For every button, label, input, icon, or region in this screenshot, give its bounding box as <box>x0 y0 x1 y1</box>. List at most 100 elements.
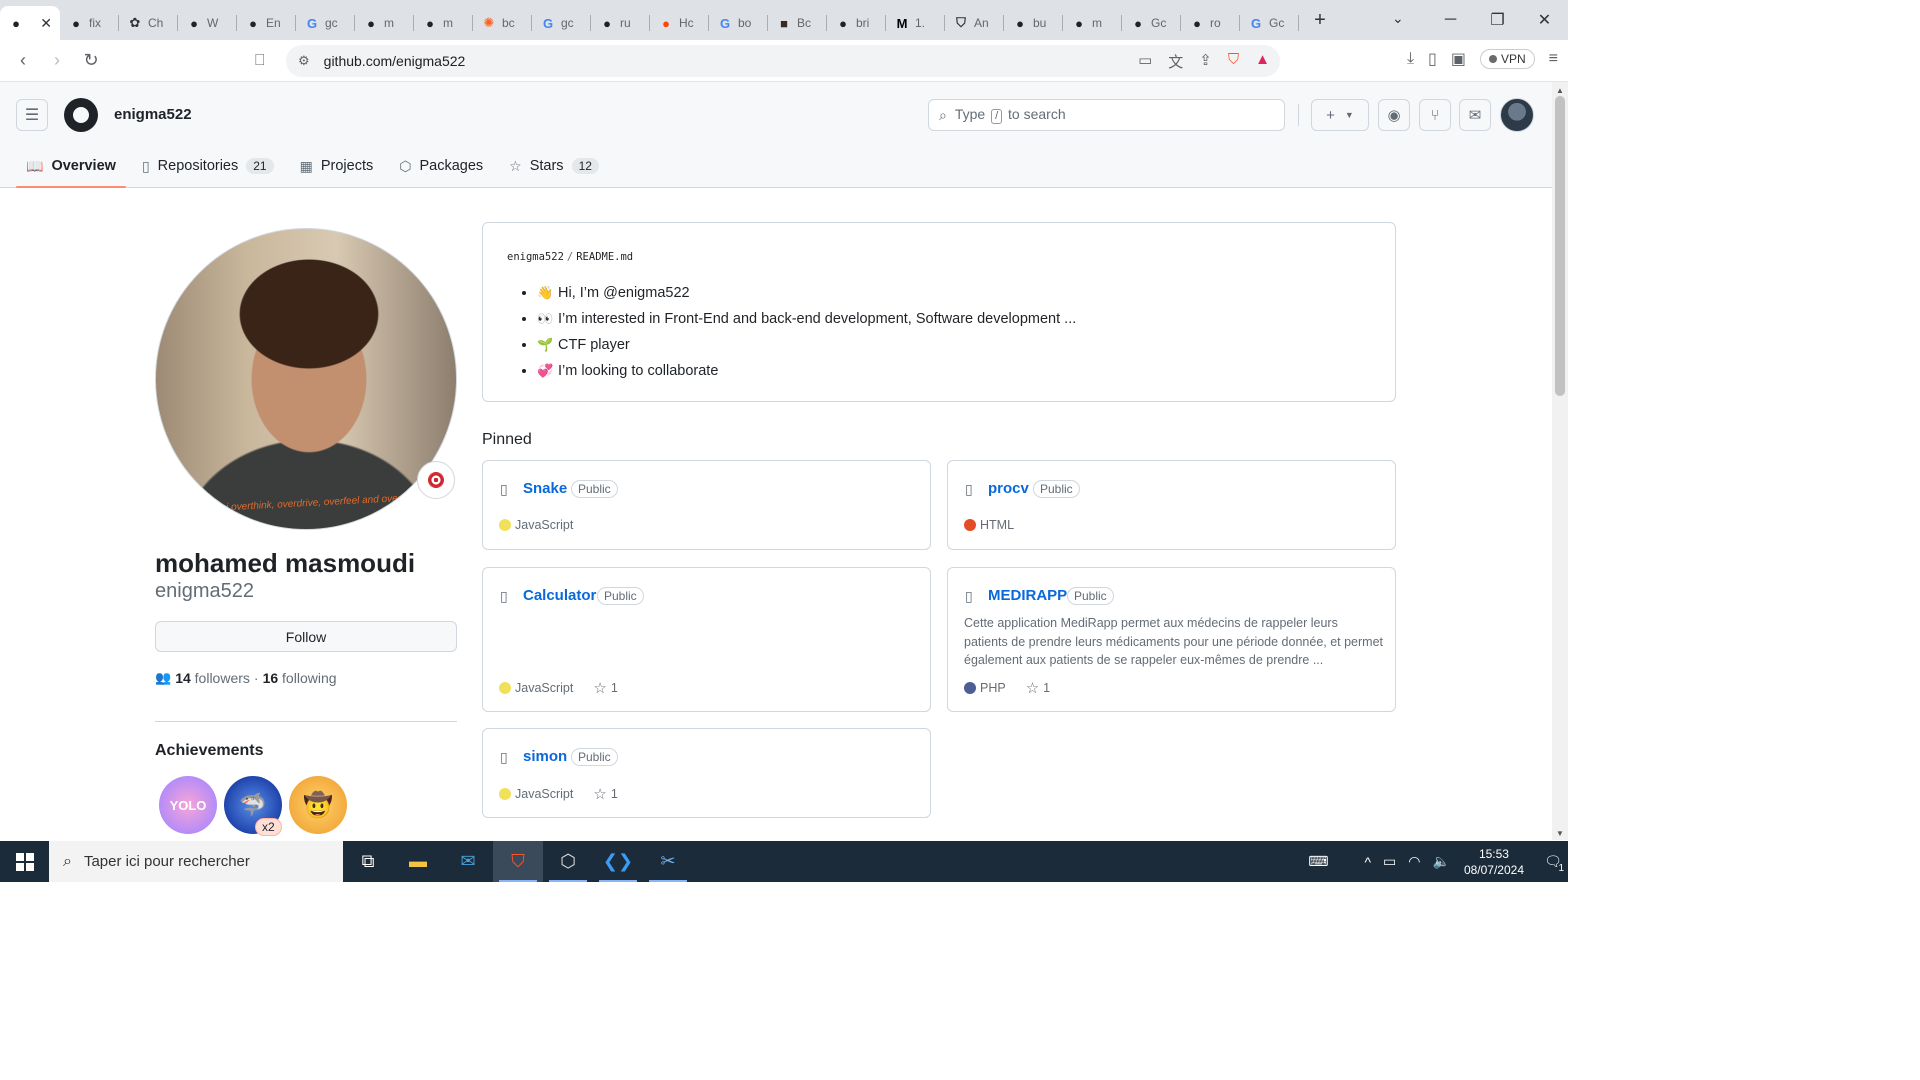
mail-icon[interactable]: ✉ <box>443 841 493 882</box>
github-icon: ● <box>839 15 847 31</box>
repo-link[interactable]: procv <box>988 480 1029 497</box>
star-icon[interactable]: ☆ <box>593 785 606 803</box>
browser-tab[interactable]: ● Gc <box>1122 6 1181 40</box>
reload-button[interactable]: ↻ <box>74 50 108 71</box>
wifi-icon[interactable]: ◠ <box>1408 853 1420 870</box>
brave-shield-icon[interactable]: ⛉ <box>1228 51 1239 72</box>
brave-rewards-icon[interactable]: ▲ <box>1255 51 1270 72</box>
cast-icon[interactable]: ▭ <box>1138 51 1152 72</box>
follow-button[interactable]: Follow <box>155 621 457 652</box>
task-view-icon[interactable]: ⧉ <box>343 841 393 882</box>
sidebar-icon[interactable]: ▯ <box>1428 49 1437 69</box>
browser-tab[interactable]: ● m <box>1063 6 1122 40</box>
repo-link[interactable]: simon <box>523 748 567 765</box>
github-logo-icon[interactable] <box>64 98 98 132</box>
star-count[interactable]: 1 <box>611 681 618 695</box>
status-button[interactable] <box>417 461 455 499</box>
clock[interactable]: 15:53 08/07/2024 <box>1464 846 1524 878</box>
hamburger-menu-button[interactable]: ☰ <box>16 99 48 131</box>
brave-browser-icon[interactable]: ⛉ <box>493 841 543 882</box>
scroll-down-icon[interactable]: ▼ <box>1556 829 1564 838</box>
browser-tab[interactable]: ■ Bc <box>768 6 827 40</box>
vpn-button[interactable]: VPN <box>1479 49 1535 69</box>
star-icon[interactable]: ☆ <box>593 679 606 697</box>
github-search-input[interactable]: ⌕ Type / to search <box>928 99 1285 131</box>
tab-stars[interactable]: ☆ Stars 12 <box>499 146 609 186</box>
browser-tab[interactable]: ● ✕ <box>0 6 60 40</box>
translate-icon[interactable]: 文 <box>1168 51 1183 72</box>
tab-overview[interactable]: 📖 Overview <box>16 146 126 188</box>
browser-tab[interactable]: ⛉ An <box>945 6 1004 40</box>
new-tab-button[interactable]: + <box>1305 5 1335 35</box>
maximize-button[interactable]: ❐ <box>1474 10 1521 30</box>
issues-button[interactable]: ◉ <box>1378 99 1410 131</box>
battery-icon[interactable]: ▭ <box>1383 853 1396 870</box>
show-hidden-icons-icon[interactable]: ^ <box>1364 854 1371 870</box>
following-link[interactable]: 16 following <box>263 670 337 686</box>
star-count[interactable]: 1 <box>1043 681 1050 695</box>
browser-tab[interactable]: ● ro <box>1181 6 1240 40</box>
readme-file[interactable]: README.md <box>576 251 633 263</box>
browser-tab[interactable]: G Gc <box>1240 6 1299 40</box>
browser-tab[interactable]: Gbo <box>709 6 768 40</box>
share-icon[interactable]: ⇪ <box>1199 51 1212 72</box>
close-window-button[interactable]: ✕ <box>1521 10 1568 30</box>
browser-tab[interactable]: ● ru <box>591 6 650 40</box>
repo-link[interactable]: Calculator <box>523 587 596 604</box>
tab-search-icon[interactable]: ⌄ <box>1392 10 1404 27</box>
tab-projects[interactable]: ▦ Projects <box>290 146 384 186</box>
browser-tab[interactable]: ● En <box>237 6 296 40</box>
wallet-icon[interactable]: ▣ <box>1451 49 1466 69</box>
minimize-button[interactable]: ─ <box>1427 11 1474 29</box>
browser-tab[interactable]: M 1. <box>886 6 945 40</box>
start-button[interactable] <box>0 841 49 882</box>
keyboard-icon[interactable]: ⌨ <box>1308 853 1328 870</box>
browser-tab[interactable]: ● Hc <box>650 6 709 40</box>
quickdraw-achievement-badge[interactable]: 🤠 <box>289 776 347 834</box>
inbox-button[interactable]: ✉ <box>1459 99 1491 131</box>
create-new-button[interactable]: + ▼ <box>1311 99 1369 131</box>
bookmark-icon[interactable]: ⎕ <box>255 52 265 70</box>
profile-avatar[interactable]: i overthink, overdrive, overfeel and ove… <box>155 228 457 530</box>
browser-tab[interactable]: ● m <box>414 6 473 40</box>
star-count[interactable]: 1 <box>611 787 618 801</box>
file-explorer-icon[interactable]: ▬ <box>393 841 443 882</box>
browser-tab[interactable]: Ggc <box>296 6 355 40</box>
readme-owner[interactable]: enigma522 <box>507 251 564 263</box>
user-avatar[interactable] <box>1500 98 1534 132</box>
browser-tab[interactable]: ✺ bc <box>473 6 532 40</box>
menu-icon[interactable]: ≡ <box>1549 50 1558 68</box>
followers-link[interactable]: 14 followers <box>175 670 250 686</box>
scroll-up-icon[interactable]: ▲ <box>1556 86 1564 95</box>
forward-button[interactable]: › <box>40 50 74 71</box>
address-bar[interactable]: ⚙ github.com/enigma522 ▭ 文 ⇪ ⛉ ▲ <box>286 45 1280 77</box>
browser-tab[interactable]: Ggc <box>532 6 591 40</box>
header-username[interactable]: enigma522 <box>114 106 192 123</box>
repo-link[interactable]: MEDIRAPP <box>988 587 1067 604</box>
page-scrollbar[interactable]: ▲ ▼ <box>1552 82 1568 840</box>
followers-label: followers <box>194 670 250 686</box>
tab-packages[interactable]: ⬡ Packages <box>389 146 493 186</box>
vscode-icon[interactable]: ❮❯ <box>593 841 643 882</box>
back-button[interactable]: ‹ <box>6 50 40 71</box>
browser-tab[interactable]: ● bri <box>827 6 886 40</box>
star-icon[interactable]: ☆ <box>1026 679 1039 697</box>
browser-tab[interactable]: ✿ Ch <box>119 6 178 40</box>
snipping-tool-icon[interactable]: ✂ <box>643 841 693 882</box>
downloads-icon[interactable]: ⤓ <box>1407 50 1414 68</box>
site-info-icon[interactable]: ⚙ <box>298 53 310 69</box>
notifications-button[interactable]: 🗨 1 <box>1538 841 1568 882</box>
scrollbar-thumb[interactable] <box>1555 96 1565 396</box>
close-tab-icon[interactable]: ✕ <box>40 15 52 32</box>
taskbar-search-input[interactable]: ⌕ Taper ici pour rechercher <box>49 841 343 882</box>
repo-link[interactable]: Snake <box>523 480 567 497</box>
tab-repositories[interactable]: ▯ Repositories 21 <box>132 146 284 186</box>
browser-tab[interactable]: ● fix <box>60 6 119 40</box>
yolo-achievement-badge[interactable]: YOLO <box>159 776 217 834</box>
browser-tab[interactable]: ● m <box>355 6 414 40</box>
pull-requests-button[interactable]: ⑂ <box>1419 99 1451 131</box>
browser-tab[interactable]: ● W <box>178 6 237 40</box>
virtualbox-icon[interactable]: ⬡ <box>543 841 593 882</box>
volume-icon[interactable]: 🔈 <box>1433 853 1450 870</box>
browser-tab[interactable]: ● bu <box>1004 6 1063 40</box>
